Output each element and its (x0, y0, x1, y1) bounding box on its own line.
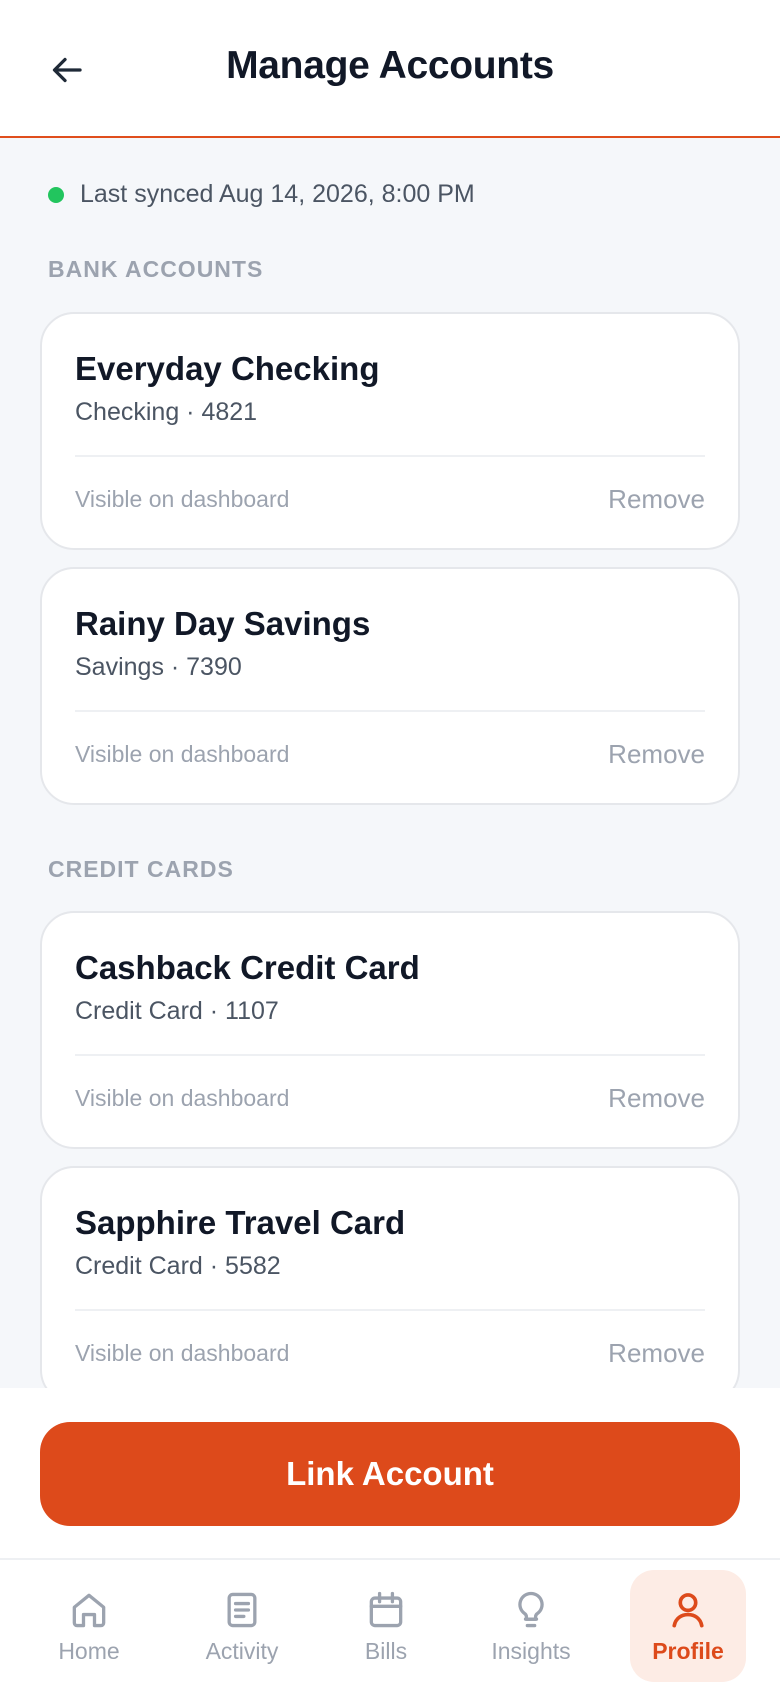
tab-label: Home (58, 1637, 120, 1664)
remove-button[interactable]: Remove (608, 739, 705, 770)
account-card: Sapphire Travel Card Credit Card · 5582 … (40, 1166, 740, 1404)
tab-profile[interactable]: Profile (630, 1570, 746, 1682)
remove-button[interactable]: Remove (608, 484, 705, 515)
account-card: Rainy Day Savings Savings · 7390 Visible… (40, 567, 740, 805)
tab-label: Profile (652, 1637, 724, 1664)
visibility-toggle[interactable]: Visible on dashboard (75, 741, 289, 768)
section-label-credit-cards: CREDIT CARDS (48, 856, 234, 882)
account-card: Cashback Credit Card Credit Card · 1107 … (40, 911, 740, 1149)
account-name: Rainy Day Savings (75, 605, 371, 642)
page-title: Manage Accounts (226, 44, 554, 87)
account-name: Sapphire Travel Card (75, 1204, 406, 1241)
top-app-bar: Manage Accounts (0, 0, 780, 138)
account-meta: Savings · 7390 (75, 653, 242, 681)
calendar-icon (364, 1588, 408, 1632)
account-meta: Credit Card · 5582 (75, 1252, 281, 1280)
bottom-action-panel: Link Account (0, 1388, 780, 1558)
home-icon (67, 1588, 111, 1632)
visibility-toggle[interactable]: Visible on dashboard (75, 486, 289, 513)
document-icon (220, 1588, 264, 1632)
tab-label: Activity (205, 1637, 279, 1664)
tab-home[interactable]: Home (34, 1570, 144, 1682)
bottom-tab-bar: Home Activity Bills Insights Profile (0, 1558, 780, 1688)
section-label-bank-accounts: BANK ACCOUNTS (48, 256, 264, 282)
tab-label: Insights (491, 1637, 571, 1664)
sync-status: Last synced Aug 14, 2026, 8:00 PM (48, 180, 475, 209)
tab-label: Bills (364, 1637, 408, 1664)
account-meta: Credit Card · 1107 (75, 997, 279, 1025)
sync-status-dot (48, 186, 64, 203)
lightbulb-icon (509, 1588, 553, 1632)
card-divider (75, 1309, 705, 1311)
tab-insights[interactable]: Insights (476, 1570, 586, 1682)
user-icon (666, 1588, 710, 1632)
remove-button[interactable]: Remove (608, 1083, 705, 1114)
visibility-toggle[interactable]: Visible on dashboard (75, 1085, 289, 1112)
account-name: Everyday Checking (75, 350, 380, 387)
remove-button[interactable]: Remove (608, 1338, 705, 1369)
account-meta: Checking · 4821 (75, 398, 258, 426)
account-name: Cashback Credit Card (75, 949, 420, 986)
card-divider (75, 710, 705, 712)
sync-status-text: Last synced Aug 14, 2026, 8:00 PM (80, 180, 475, 208)
account-card: Everyday Checking Checking · 4821 Visibl… (40, 312, 740, 550)
card-divider (75, 455, 705, 457)
tab-activity[interactable]: Activity (187, 1570, 297, 1682)
card-divider (75, 1054, 705, 1056)
link-account-button[interactable]: Link Account (40, 1422, 740, 1526)
tab-bills[interactable]: Bills (331, 1570, 441, 1682)
visibility-toggle[interactable]: Visible on dashboard (75, 1340, 289, 1367)
